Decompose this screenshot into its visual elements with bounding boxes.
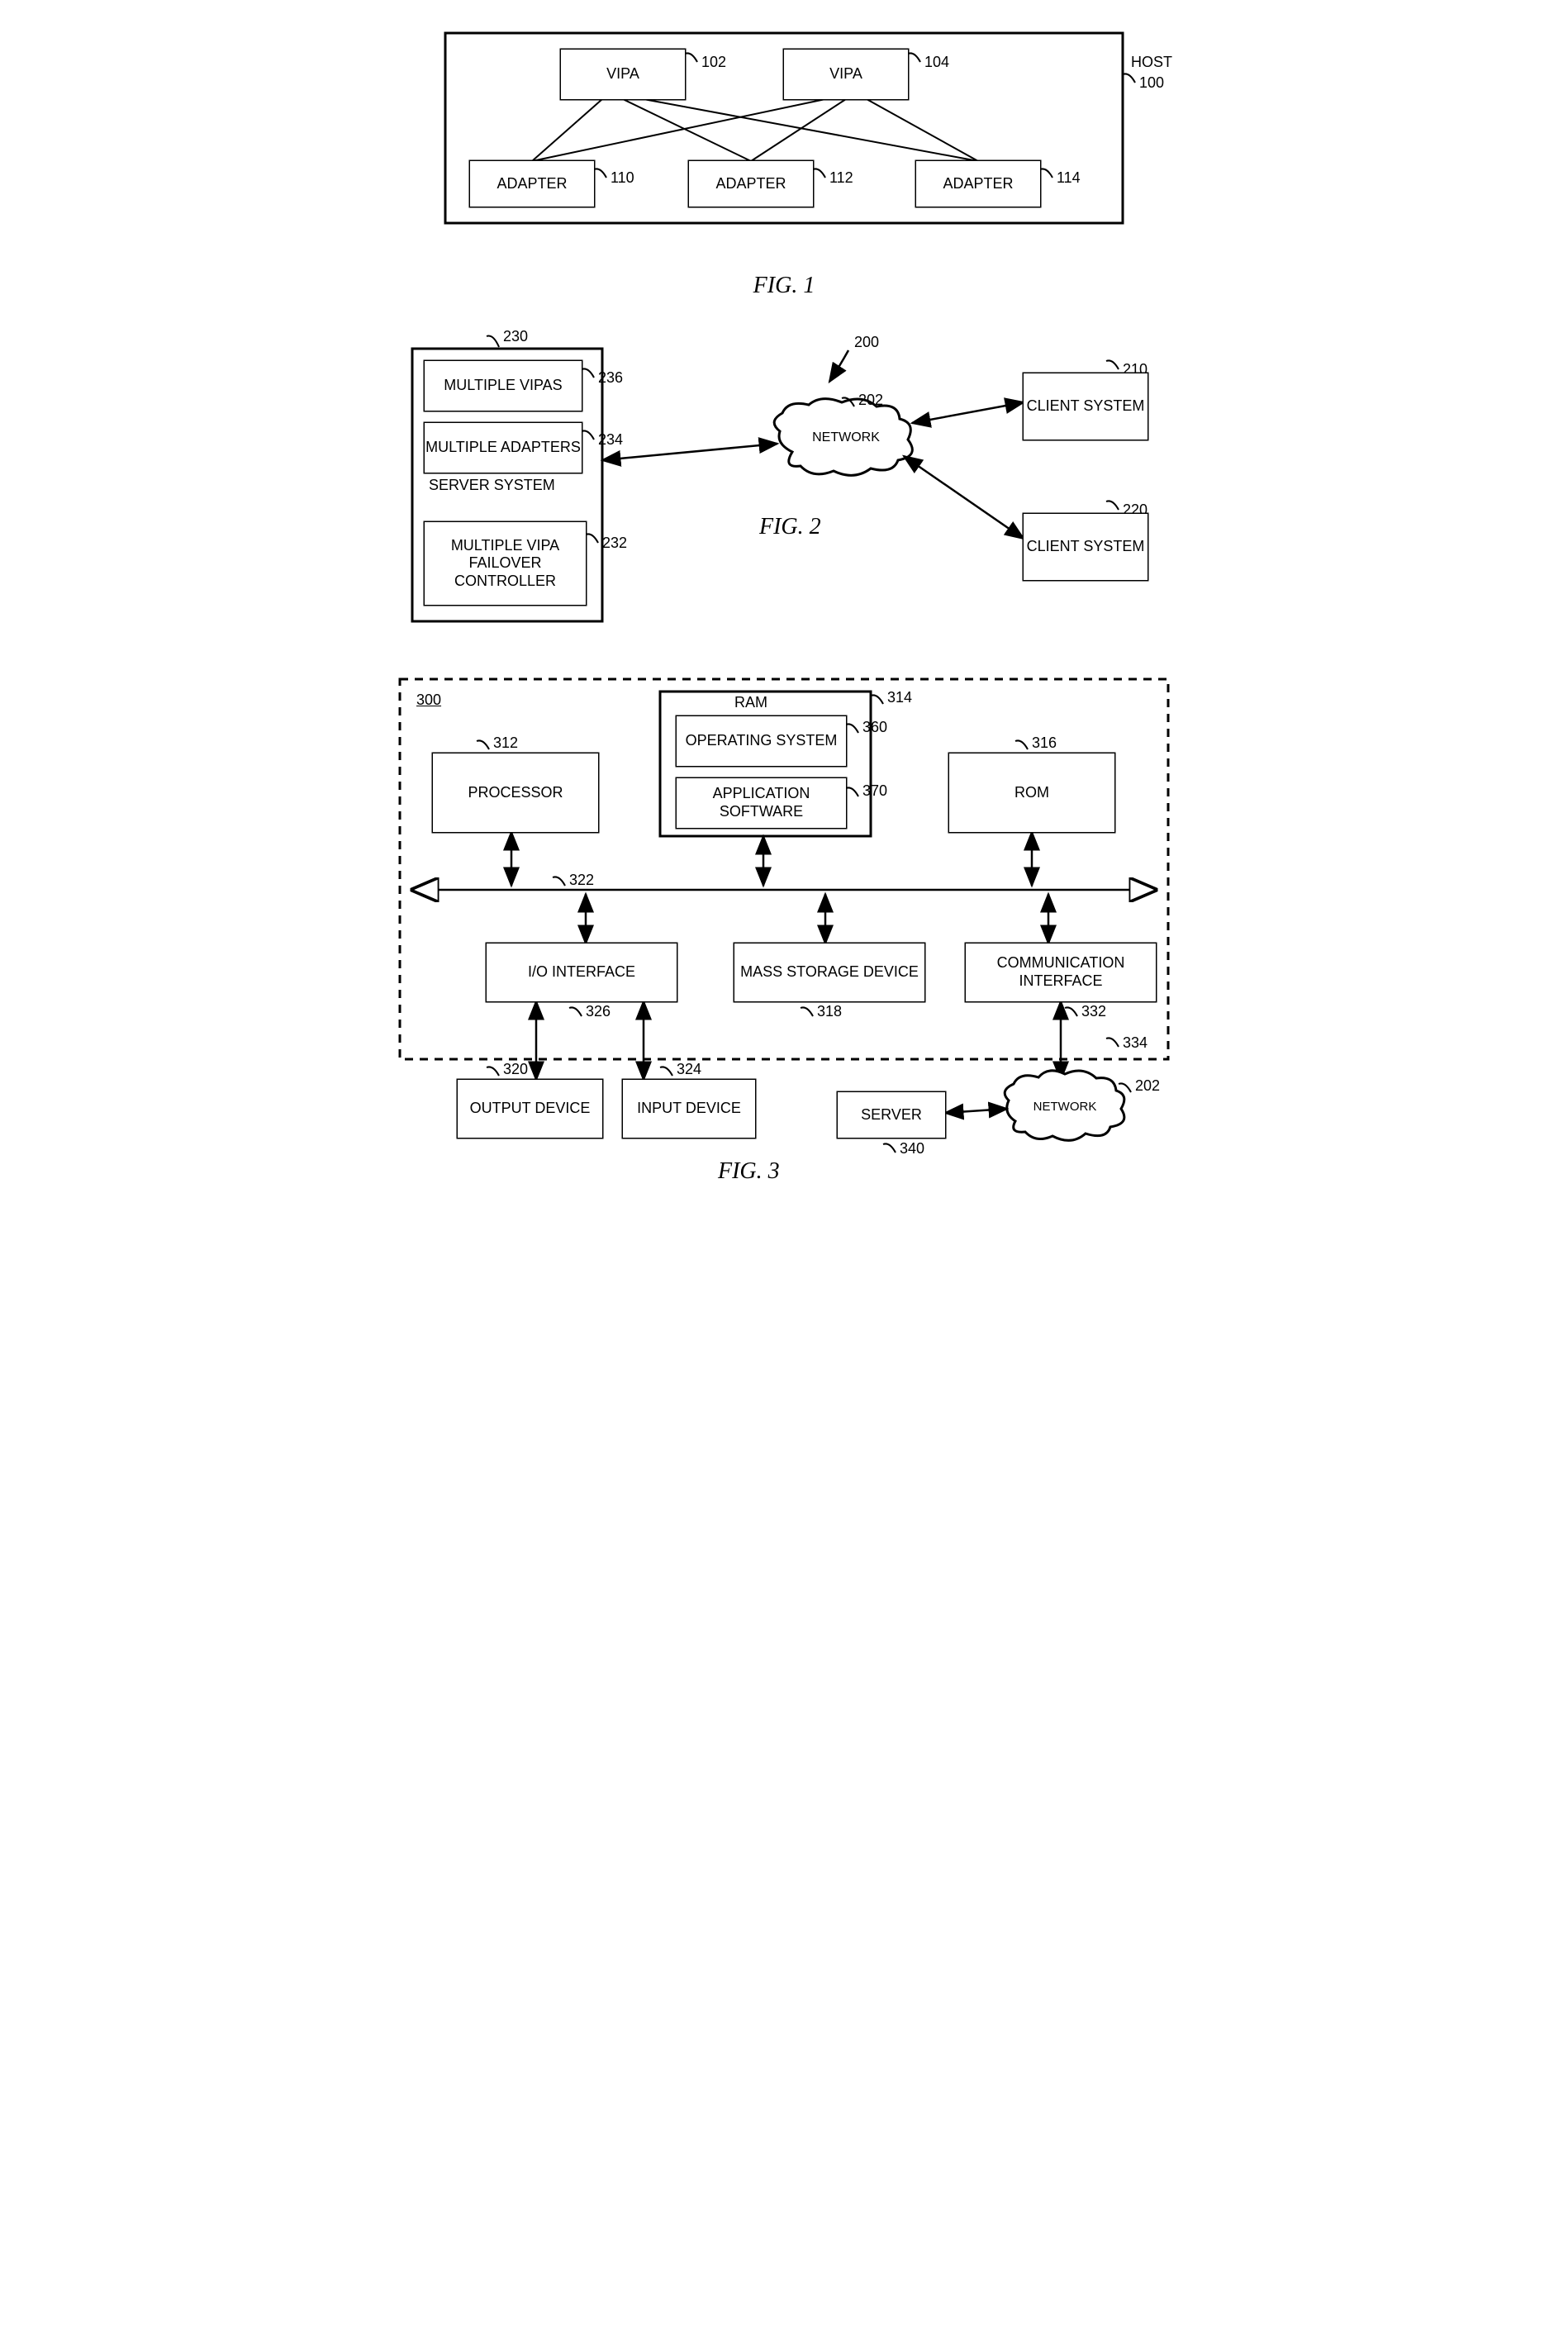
figure-3: 300 312 314 360 370 316 322 326 318 332 …: [387, 671, 1181, 1208]
vipas-label: MULTIPLE VIPAS: [425, 361, 582, 411]
ref-202: 202: [858, 392, 883, 409]
figure-2: 230 236 234 232 200 202 210 220 MULTIPLE…: [387, 324, 1181, 638]
network-label: NETWORK: [1024, 1092, 1106, 1121]
vipa2-label: VIPA: [784, 50, 908, 99]
fig2-caption: FIG. 2: [759, 514, 821, 540]
ref-326: 326: [586, 1003, 611, 1020]
ref-114: 114: [1057, 169, 1081, 187]
input-label: INPUT DEVICE: [623, 1080, 755, 1138]
ref-360: 360: [862, 719, 887, 736]
ref-318: 318: [817, 1003, 842, 1020]
ref-332: 332: [1081, 1003, 1106, 1020]
ref-200: 200: [854, 334, 879, 351]
server-label: SERVER SYSTEM: [429, 477, 555, 494]
adapter2-label: ADAPTER: [689, 161, 813, 207]
adapters-label: MULTIPLE ADAPTERS: [425, 423, 582, 473]
ref-102: 102: [701, 54, 726, 71]
ref-236: 236: [598, 369, 623, 387]
ref-370: 370: [862, 782, 887, 800]
server-label: SERVER: [838, 1092, 945, 1138]
ref-232: 232: [602, 535, 627, 552]
ref-312: 312: [493, 734, 518, 752]
processor-label: PROCESSOR: [433, 753, 598, 832]
output-label: OUTPUT DEVICE: [458, 1080, 602, 1138]
client1-label: CLIENT SYSTEM: [1024, 373, 1147, 440]
ref-300: 300: [416, 692, 441, 709]
ref-100: 100: [1139, 74, 1164, 92]
vipa1-label: VIPA: [561, 50, 685, 99]
host-label: HOST: [1131, 54, 1172, 71]
ref-340: 340: [900, 1140, 924, 1157]
adapter1-label: ADAPTER: [470, 161, 594, 207]
ram-label: RAM: [734, 694, 767, 711]
ref-322: 322: [569, 872, 594, 889]
ref-324: 324: [677, 1061, 701, 1078]
failover-label: MULTIPLE VIPA FAILOVER CONTROLLER: [425, 522, 586, 605]
ref-334: 334: [1123, 1034, 1147, 1052]
figure-1: 102 104 110 112 114 HOST 100 VIPA VIPA A…: [387, 25, 1181, 264]
client2-label: CLIENT SYSTEM: [1024, 514, 1147, 580]
ref-110: 110: [611, 169, 634, 187]
ref-112: 112: [829, 169, 853, 187]
rom-label: ROM: [949, 753, 1114, 832]
ref-104: 104: [924, 54, 949, 71]
fig3-caption: FIG. 3: [718, 1158, 780, 1185]
io-label: I/O INTERFACE: [487, 944, 677, 1001]
ref-234: 234: [598, 431, 623, 449]
network-label: NETWORK: [801, 421, 891, 454]
fig1-caption: FIG. 1: [387, 273, 1181, 299]
mass-label: MASS STORAGE DEVICE: [734, 944, 924, 1001]
ref-202b: 202: [1135, 1077, 1160, 1095]
ref-314: 314: [887, 689, 912, 706]
app-label: APPLICATION SOFTWARE: [677, 778, 846, 828]
ref-320: 320: [503, 1061, 528, 1078]
ref-316: 316: [1032, 734, 1057, 752]
adapter3-label: ADAPTER: [916, 161, 1040, 207]
ref-230: 230: [503, 328, 528, 345]
os-label: OPERATING SYSTEM: [677, 716, 846, 766]
comm-label: COMMUNICATION INTERFACE: [966, 944, 1156, 1001]
